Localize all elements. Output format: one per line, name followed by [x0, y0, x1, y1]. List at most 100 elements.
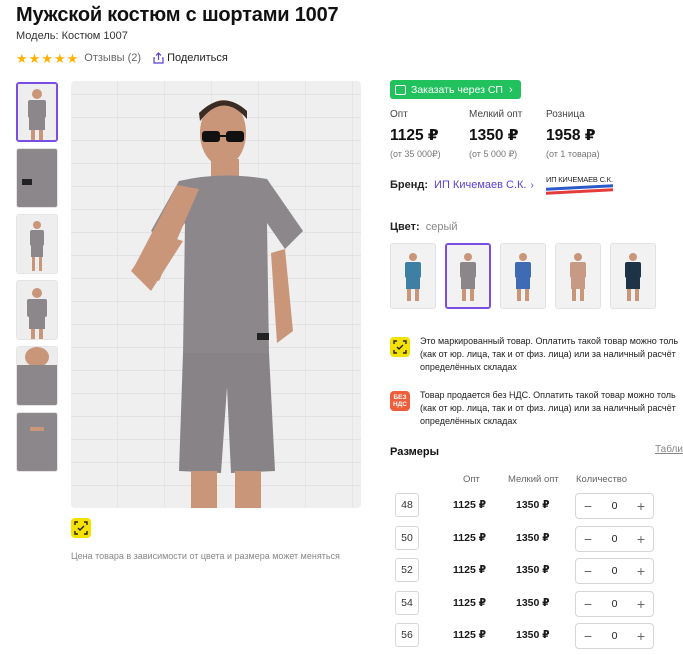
- price-condition: (от 5 000 ₽): [469, 149, 518, 159]
- main-product-image[interactable]: [71, 81, 361, 508]
- brand-row: Бренд: ИП Кичемаев С.К. ›: [390, 179, 534, 191]
- star-icon: ★: [41, 50, 53, 66]
- reviews-link[interactable]: Отзывы (2): [84, 52, 141, 64]
- no-vat-notice-text: Товар продается без НДС. Оплатить такой …: [420, 390, 676, 426]
- star-icon: ★: [66, 50, 79, 66]
- size-price-opt: 1125 ₽: [453, 499, 487, 511]
- increment-button[interactable]: +: [629, 596, 653, 612]
- brand-link[interactable]: ИП Кичемаев С.К.: [434, 179, 526, 191]
- size-price-small: 1350 ₽: [516, 531, 550, 544]
- size-price-opt: 1125 ₽: [453, 564, 487, 576]
- order-button-label: Заказать через СП: [411, 83, 503, 96]
- decrement-button[interactable]: −: [576, 563, 600, 579]
- price-label: Розница: [546, 109, 585, 120]
- decrement-button[interactable]: −: [576, 628, 600, 644]
- size-price-opt: 1125 ₽: [453, 596, 487, 609]
- thumbnail-2[interactable]: [16, 148, 58, 208]
- thumbnail-image: [17, 347, 57, 405]
- size-price-small: 1350 ₽: [516, 499, 550, 511]
- color-row: Цвет: серый: [390, 221, 458, 233]
- star-icon: ★: [28, 50, 41, 66]
- quantity-value[interactable]: 0: [600, 598, 629, 610]
- size-table-link[interactable]: Таблиц: [655, 444, 683, 455]
- quantity-stepper: −0 +: [575, 558, 654, 584]
- decrement-button[interactable]: −: [576, 498, 600, 514]
- decrement-button[interactable]: −: [576, 596, 600, 612]
- color-label: Цвет:: [390, 221, 420, 233]
- column-header-opt: Опт: [463, 474, 480, 485]
- marking-badge: [71, 518, 91, 538]
- increment-button[interactable]: +: [629, 563, 653, 579]
- increment-button[interactable]: +: [629, 498, 653, 514]
- size-row: 50 1125 ₽ 1350 ₽ −0 +: [395, 525, 655, 552]
- price-value: 1350 ₽: [469, 127, 519, 144]
- size-row: 52 1125 ₽ 1350 ₽ −0 +: [395, 558, 655, 584]
- column-header-qty: Количество: [576, 474, 628, 485]
- size-price-opt: 1125 ₽: [453, 531, 487, 544]
- share-button[interactable]: Поделиться: [153, 52, 228, 64]
- size-price-small: 1350 ₽: [516, 629, 550, 641]
- cart-icon: [395, 84, 406, 95]
- size-price-opt: 1125 ₽: [453, 629, 487, 641]
- color-swatch-list: [390, 243, 656, 309]
- thumbnail-list: [16, 82, 60, 478]
- marking-badge: [390, 337, 410, 357]
- price-value: 1958 ₽: [546, 127, 596, 144]
- no-vat-badge: БЕЗ НДС: [390, 391, 410, 411]
- color-swatch[interactable]: [555, 243, 601, 309]
- sizes-header: Размеры Таблиц: [390, 444, 683, 458]
- swatch-image: [625, 253, 641, 301]
- color-value: серый: [425, 221, 458, 233]
- marking-notice: Это маркированный товар. Оплатить такой …: [390, 335, 683, 374]
- size-label: 56: [395, 623, 419, 647]
- size-row: 48 1125 ₽ 1350 ₽ −0 +: [395, 493, 655, 519]
- quantity-value[interactable]: 0: [600, 565, 629, 577]
- order-joint-purchase-button[interactable]: Заказать через СП ›: [390, 80, 521, 99]
- swatch-image: [460, 253, 476, 301]
- size-label: 52: [395, 558, 419, 582]
- thumbnail-image: [28, 89, 46, 140]
- thumbnail-5[interactable]: [16, 346, 58, 406]
- swatch-image: [405, 253, 421, 301]
- size-label: 50: [395, 525, 419, 550]
- sizes-label: Размеры: [390, 446, 440, 458]
- size-price-small: 1350 ₽: [516, 564, 550, 576]
- size-label: 54: [395, 590, 419, 615]
- thumbnail-image: [17, 149, 57, 207]
- product-model: Модель: Костюм 1007: [16, 30, 128, 42]
- increment-button[interactable]: +: [629, 531, 653, 547]
- color-swatch[interactable]: [390, 243, 436, 309]
- price-small-wholesale: Мелкий опт 1350 ₽ (от 5 000 ₽): [469, 109, 522, 160]
- quantity-value[interactable]: 0: [600, 500, 629, 512]
- thumbnail-1[interactable]: [16, 82, 58, 142]
- brand-label: Бренд:: [390, 179, 429, 191]
- quantity-value[interactable]: 0: [600, 533, 629, 545]
- brand-logo[interactable]: ИП КИЧЕМАЕВ С.К.: [546, 175, 613, 197]
- checkmark-frame-icon: [74, 521, 88, 535]
- size-row: 54 1125 ₽ 1350 ₽ −0 +: [395, 590, 655, 617]
- increment-button[interactable]: +: [629, 628, 653, 644]
- no-vat-notice: БЕЗ НДС Товар продается без НДС. Оплатить…: [390, 389, 683, 428]
- color-swatch[interactable]: [445, 243, 491, 309]
- marking-notice-text: Это маркированный товар. Оплатить такой …: [420, 336, 679, 372]
- product-title: Мужской костюм с шортами 1007: [16, 4, 339, 26]
- chevron-right-icon: ›: [508, 83, 513, 96]
- quantity-stepper: −0 +: [575, 590, 654, 617]
- color-swatch[interactable]: [500, 243, 546, 309]
- chevron-right-icon: ›: [530, 179, 534, 191]
- quantity-value[interactable]: 0: [600, 630, 629, 642]
- star-icon: ★: [53, 50, 66, 66]
- thumbnail-image: [17, 413, 57, 471]
- thumbnail-image: [27, 288, 47, 339]
- thumbnail-4[interactable]: [16, 280, 58, 340]
- thumbnail-3[interactable]: [16, 214, 58, 274]
- color-swatch[interactable]: [610, 243, 656, 309]
- size-price-small: 1350 ₽: [516, 596, 550, 609]
- price-retail: Розница 1958 ₽ (от 1 товара): [546, 109, 600, 159]
- size-row: 56 1125 ₽ 1350 ₽ −0 +: [395, 623, 655, 649]
- thumbnail-6[interactable]: [16, 412, 58, 472]
- brand-logo-text: ИП КИЧЕМАЕВ С.К.: [546, 175, 613, 184]
- quantity-stepper: −0 +: [575, 493, 654, 519]
- thumbnail-image: [30, 221, 44, 271]
- decrement-button[interactable]: −: [576, 531, 600, 547]
